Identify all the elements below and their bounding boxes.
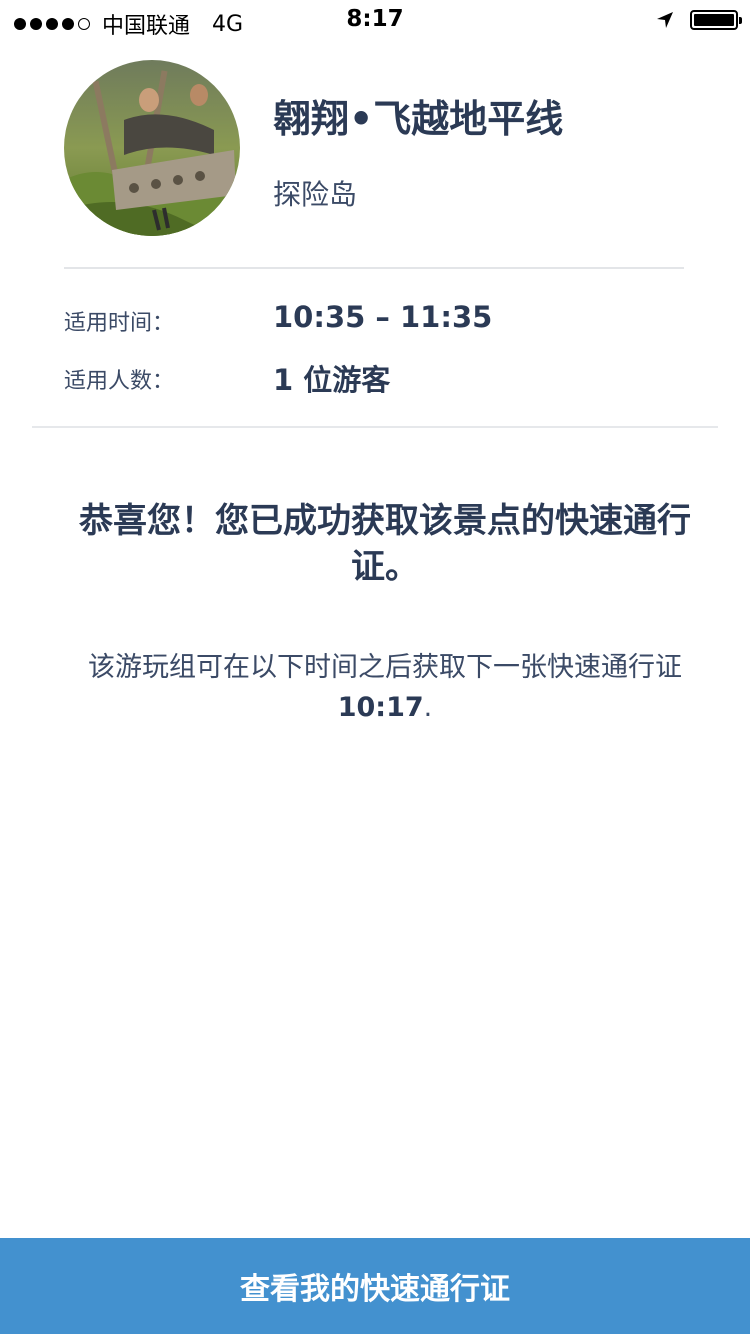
divider xyxy=(64,267,684,269)
next-fastpass-text: 该游玩组可在以下时间之后获取下一张快速通行证 xyxy=(88,652,682,683)
time-value: 10:35 – 11:35 xyxy=(273,300,493,334)
location-arrow-icon xyxy=(656,11,674,29)
battery-icon xyxy=(690,10,742,30)
status-bar-right xyxy=(656,10,742,30)
next-fastpass-info: 该游玩组可在以下时间之后获取下一张快速通行证 10:17. xyxy=(60,648,710,728)
next-fastpass-time: 10:17 xyxy=(337,692,424,723)
guest-count-label: 适用人数： xyxy=(64,369,175,394)
success-message: 恭喜您！您已成功获取该景点的快速通行证。 xyxy=(79,501,691,587)
guest-count-value: 1 位游客 xyxy=(273,363,391,397)
status-bar: 中国联通 4G 8:17 xyxy=(0,0,750,40)
divider xyxy=(32,426,718,428)
view-my-fastpass-button[interactable]: 查看我的快速通行证 xyxy=(0,1238,750,1334)
time-label: 适用时间： xyxy=(64,311,175,336)
attraction-name: 翱翔•飞越地平线 xyxy=(273,97,564,141)
next-fastpass-suffix: . xyxy=(423,692,433,723)
attraction-land: 探险岛 xyxy=(273,178,358,211)
battery-fill xyxy=(694,14,734,26)
status-time: 8:17 xyxy=(346,6,404,32)
attraction-thumbnail xyxy=(64,60,240,236)
